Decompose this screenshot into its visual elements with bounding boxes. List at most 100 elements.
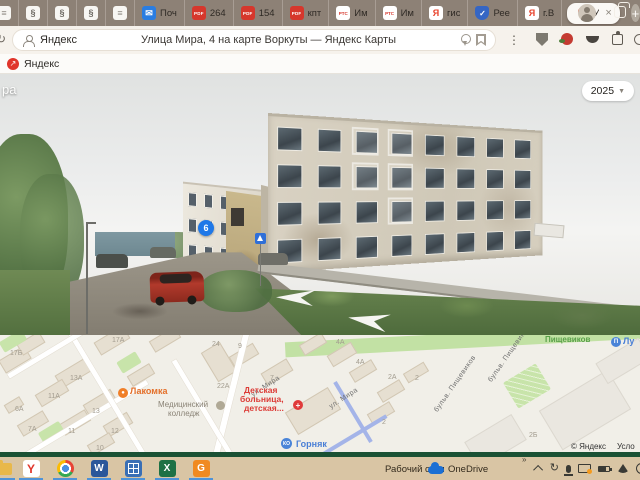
window [456,168,475,189]
menu-dots-icon[interactable]: ⋮ [508,33,520,47]
lakomka-poi-icon[interactable]: ● [118,388,128,398]
extension-partial-icon[interactable] [634,34,640,45]
tab-12[interactable]: Рее [468,0,518,26]
tab-2[interactable] [48,0,77,26]
tab-close-icon[interactable]: × [605,7,611,19]
refresh-icon[interactable]: ↻ [0,32,6,46]
tab-label: Поч [160,7,177,19]
parked-car [150,247,176,258]
pano-street-label: ра [2,82,17,97]
profile-avatar[interactable] [578,4,596,22]
map-label-hn: 13А [70,375,83,382]
map-label-hn: 4А [336,339,345,346]
taskbar-app-excel[interactable]: X [152,457,182,480]
yandex-browser-icon: Y [22,460,40,477]
lu-poi-icon[interactable]: П [611,337,621,347]
window [425,200,445,222]
tab-8[interactable]: кпт [283,0,330,26]
window [391,234,413,257]
tab-label: Им [400,7,414,19]
taskbar-app-yandex-browser[interactable]: Y [16,457,46,480]
adblock-shield-icon[interactable] [536,33,548,46]
microphone-icon[interactable] [564,464,573,476]
map-label-hn: 2А [388,374,397,381]
map-label-poi-grey: Медицинский [158,400,209,409]
bookmark-icon[interactable] [476,34,486,46]
volume-icon[interactable] [636,463,640,474]
panorama-year-selector[interactable]: 2025 ▼ [581,81,634,101]
extensions-puzzle-icon[interactable] [612,31,623,45]
new-tab-button[interactable]: + [630,4,640,22]
onedrive-label[interactable]: OneDrive [448,464,488,475]
taskbar-app-word[interactable]: W [84,457,114,480]
map-building [284,386,342,436]
taskbar-app-chrome[interactable] [50,457,80,480]
college-poi-icon[interactable] [216,401,225,410]
tab-13[interactable]: г.В [518,0,563,26]
window [425,167,445,189]
window [355,235,378,259]
tab-5[interactable]: Поч [135,0,185,26]
sync-icon[interactable]: ↻ [550,463,559,474]
tab-0[interactable] [0,0,19,26]
tab-4[interactable] [106,0,135,26]
window [514,139,531,160]
battery-icon[interactable] [598,465,612,472]
wifi-icon[interactable] [617,464,629,473]
tab-1[interactable] [19,0,48,26]
map-label-hn: 6А [15,406,24,413]
document-icon [113,6,127,20]
tab-label: 154 [258,7,275,19]
window [456,136,475,158]
window [277,201,303,226]
window [355,201,378,224]
site-label: Яндекс [40,34,77,46]
display-notification-icon[interactable] [578,464,592,474]
taskbar-app-garant[interactable]: G [186,457,216,480]
map-terms-link[interactable]: Усло [617,442,635,451]
building-sign-plate [533,222,565,239]
tab-7[interactable]: 154 [234,0,283,26]
hospital-poi-icon[interactable]: + [293,400,303,410]
window [514,200,531,220]
taskbar-app-calculator[interactable] [118,457,148,480]
legal-document-icon [84,6,98,20]
map-label-poi-orange: Лакомка [130,386,168,396]
window [486,200,504,221]
street-view-panorama[interactable]: 6 ра 2025 ▼ [0,74,640,335]
tab-6[interactable]: 264 [185,0,234,26]
tab-11[interactable]: гис [422,0,469,26]
desktop-screen: Поч264154кптИмИмгисРеег.ВУ× + ↻ Яндекс У… [0,0,640,480]
gornyak-poi-icon[interactable]: КО [281,438,292,449]
url-field[interactable]: Яндекс Улица Мира, 4 на карте Воркуты — … [12,29,496,51]
window [204,193,213,209]
extension-half-icon[interactable] [586,36,599,43]
tab-10[interactable]: Им [376,0,422,26]
main-building [268,113,543,273]
onedrive-icon[interactable] [428,462,444,474]
tab-3[interactable] [77,0,106,26]
tab-label: г.В [542,7,555,19]
toolbar-overflow-chevron[interactable]: » [522,455,526,464]
extension-rose-icon[interactable] [559,33,573,45]
tab-label: Рее [493,7,510,19]
balcony [387,197,413,225]
tab-9[interactable]: Им [329,0,376,26]
window [456,232,475,254]
map-building [538,369,632,451]
tray-expand-icon[interactable] [532,464,543,475]
yandex-bookmark[interactable]: Яндекс [24,58,59,70]
map-building [148,335,182,353]
pdf-icon [289,6,304,20]
tab-label: кпт [307,7,322,19]
house-number-badge[interactable]: 6 [198,220,214,236]
tab-label: гис [446,7,461,19]
map-label-hn: 13 [92,408,100,415]
location-pin-icon[interactable] [460,33,471,47]
map-label-hn: 12 [111,428,119,435]
tab-groups-icon[interactable] [614,2,630,18]
map-label-street: бульв. Пищевиков [433,354,478,414]
mini-map[interactable]: 17Б 17А 13А 11А 6А 7А 13 11 12 10 24 22А 9 7 4А 4А 2А 2 2 2… [0,335,640,452]
windows-taskbar: Y W X G Рабочий стол OneDrive » ↻ [0,455,640,480]
rts-tender-icon [382,6,397,20]
